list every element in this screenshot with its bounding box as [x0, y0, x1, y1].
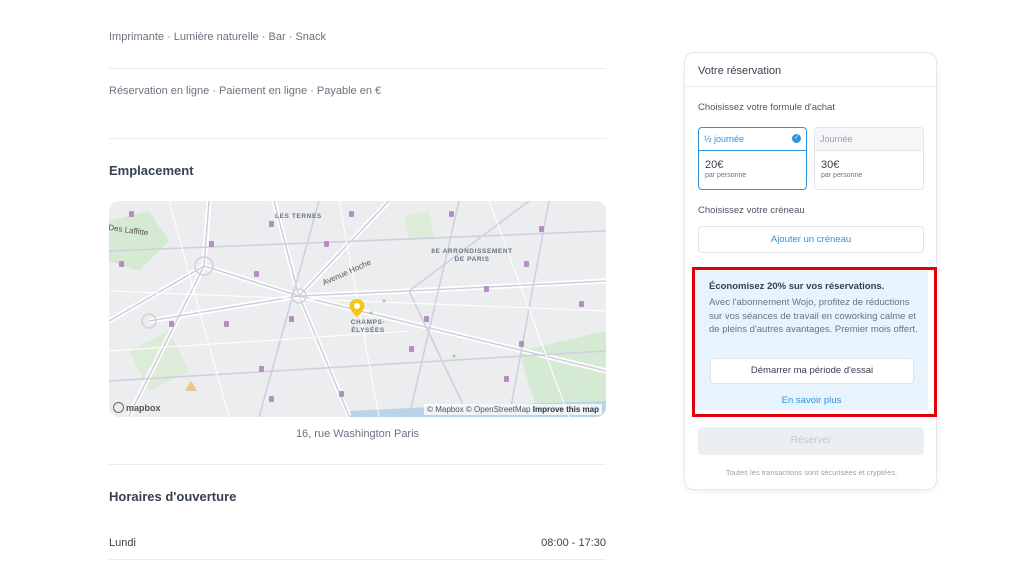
divider: [109, 464, 606, 465]
booking-info-text: Réservation en ligne · Paiement en ligne…: [109, 85, 382, 97]
map-attribution[interactable]: © Mapbox © OpenStreetMap Improve this ma…: [424, 404, 602, 415]
option-half-day-unit: par personne: [705, 172, 747, 179]
divider: [109, 559, 606, 560]
option-full-day[interactable]: Journée 30€ par personne: [814, 127, 924, 190]
map-attribution-text: © Mapbox © OpenStreetMap: [427, 405, 531, 414]
option-half-day-price: 20€: [705, 159, 724, 171]
hours-day: Lundi: [109, 537, 136, 549]
secure-note: Toutes les transactions sont sécurisées …: [725, 468, 898, 477]
hours-row: Lundi 08:00 - 17:30: [109, 537, 606, 549]
mapbox-logo-icon: [113, 402, 124, 413]
location-pin-icon[interactable]: [349, 299, 365, 317]
amenities-text: Imprimante · Lumière naturelle · Bar · S…: [109, 31, 327, 43]
improve-map-link[interactable]: Improve this map: [533, 405, 599, 414]
slot-label: Choisissez votre créneau: [698, 205, 805, 216]
map-label-champs-elysees: CHAMPS-ÉLYSÉES: [350, 319, 386, 334]
option-full-day-name: Journée: [820, 134, 853, 144]
map-label-arrondissement: 8E ARRONDISSEMENT DE PARIS: [431, 248, 513, 263]
option-half-day[interactable]: ½ journée ✓ 20€ par personne: [698, 127, 807, 190]
hours-time: 08:00 - 17:30: [541, 537, 606, 549]
add-slot-button[interactable]: Ajouter un créneau: [698, 226, 924, 253]
mapbox-logo[interactable]: mapbox: [113, 402, 161, 413]
option-half-day-name: ½ journée: [704, 134, 745, 144]
venue-address: 16, rue Washington Paris: [295, 428, 420, 440]
divider: [109, 138, 606, 139]
option-full-day-header: Journée: [815, 128, 923, 151]
option-full-day-price: 30€: [821, 159, 840, 171]
map-label-ternes: LES TERNES: [275, 213, 322, 220]
location-title: Emplacement: [109, 163, 194, 178]
highlight-box: [692, 267, 937, 417]
mapbox-logo-text: mapbox: [126, 402, 161, 413]
divider: [109, 68, 606, 69]
hours-title: Horaires d'ouverture: [109, 489, 237, 504]
reserve-button[interactable]: Réserver: [698, 427, 924, 455]
location-map[interactable]: LES TERNES 8E ARRONDISSEMENT DE PARIS CH…: [109, 201, 606, 417]
formula-label: Choisissez votre formule d'achat: [698, 102, 835, 113]
option-half-day-header: ½ journée ✓: [699, 128, 806, 151]
reservation-title: Votre réservation: [685, 53, 936, 87]
option-full-day-unit: par personne: [821, 172, 863, 179]
check-icon: ✓: [792, 134, 801, 143]
